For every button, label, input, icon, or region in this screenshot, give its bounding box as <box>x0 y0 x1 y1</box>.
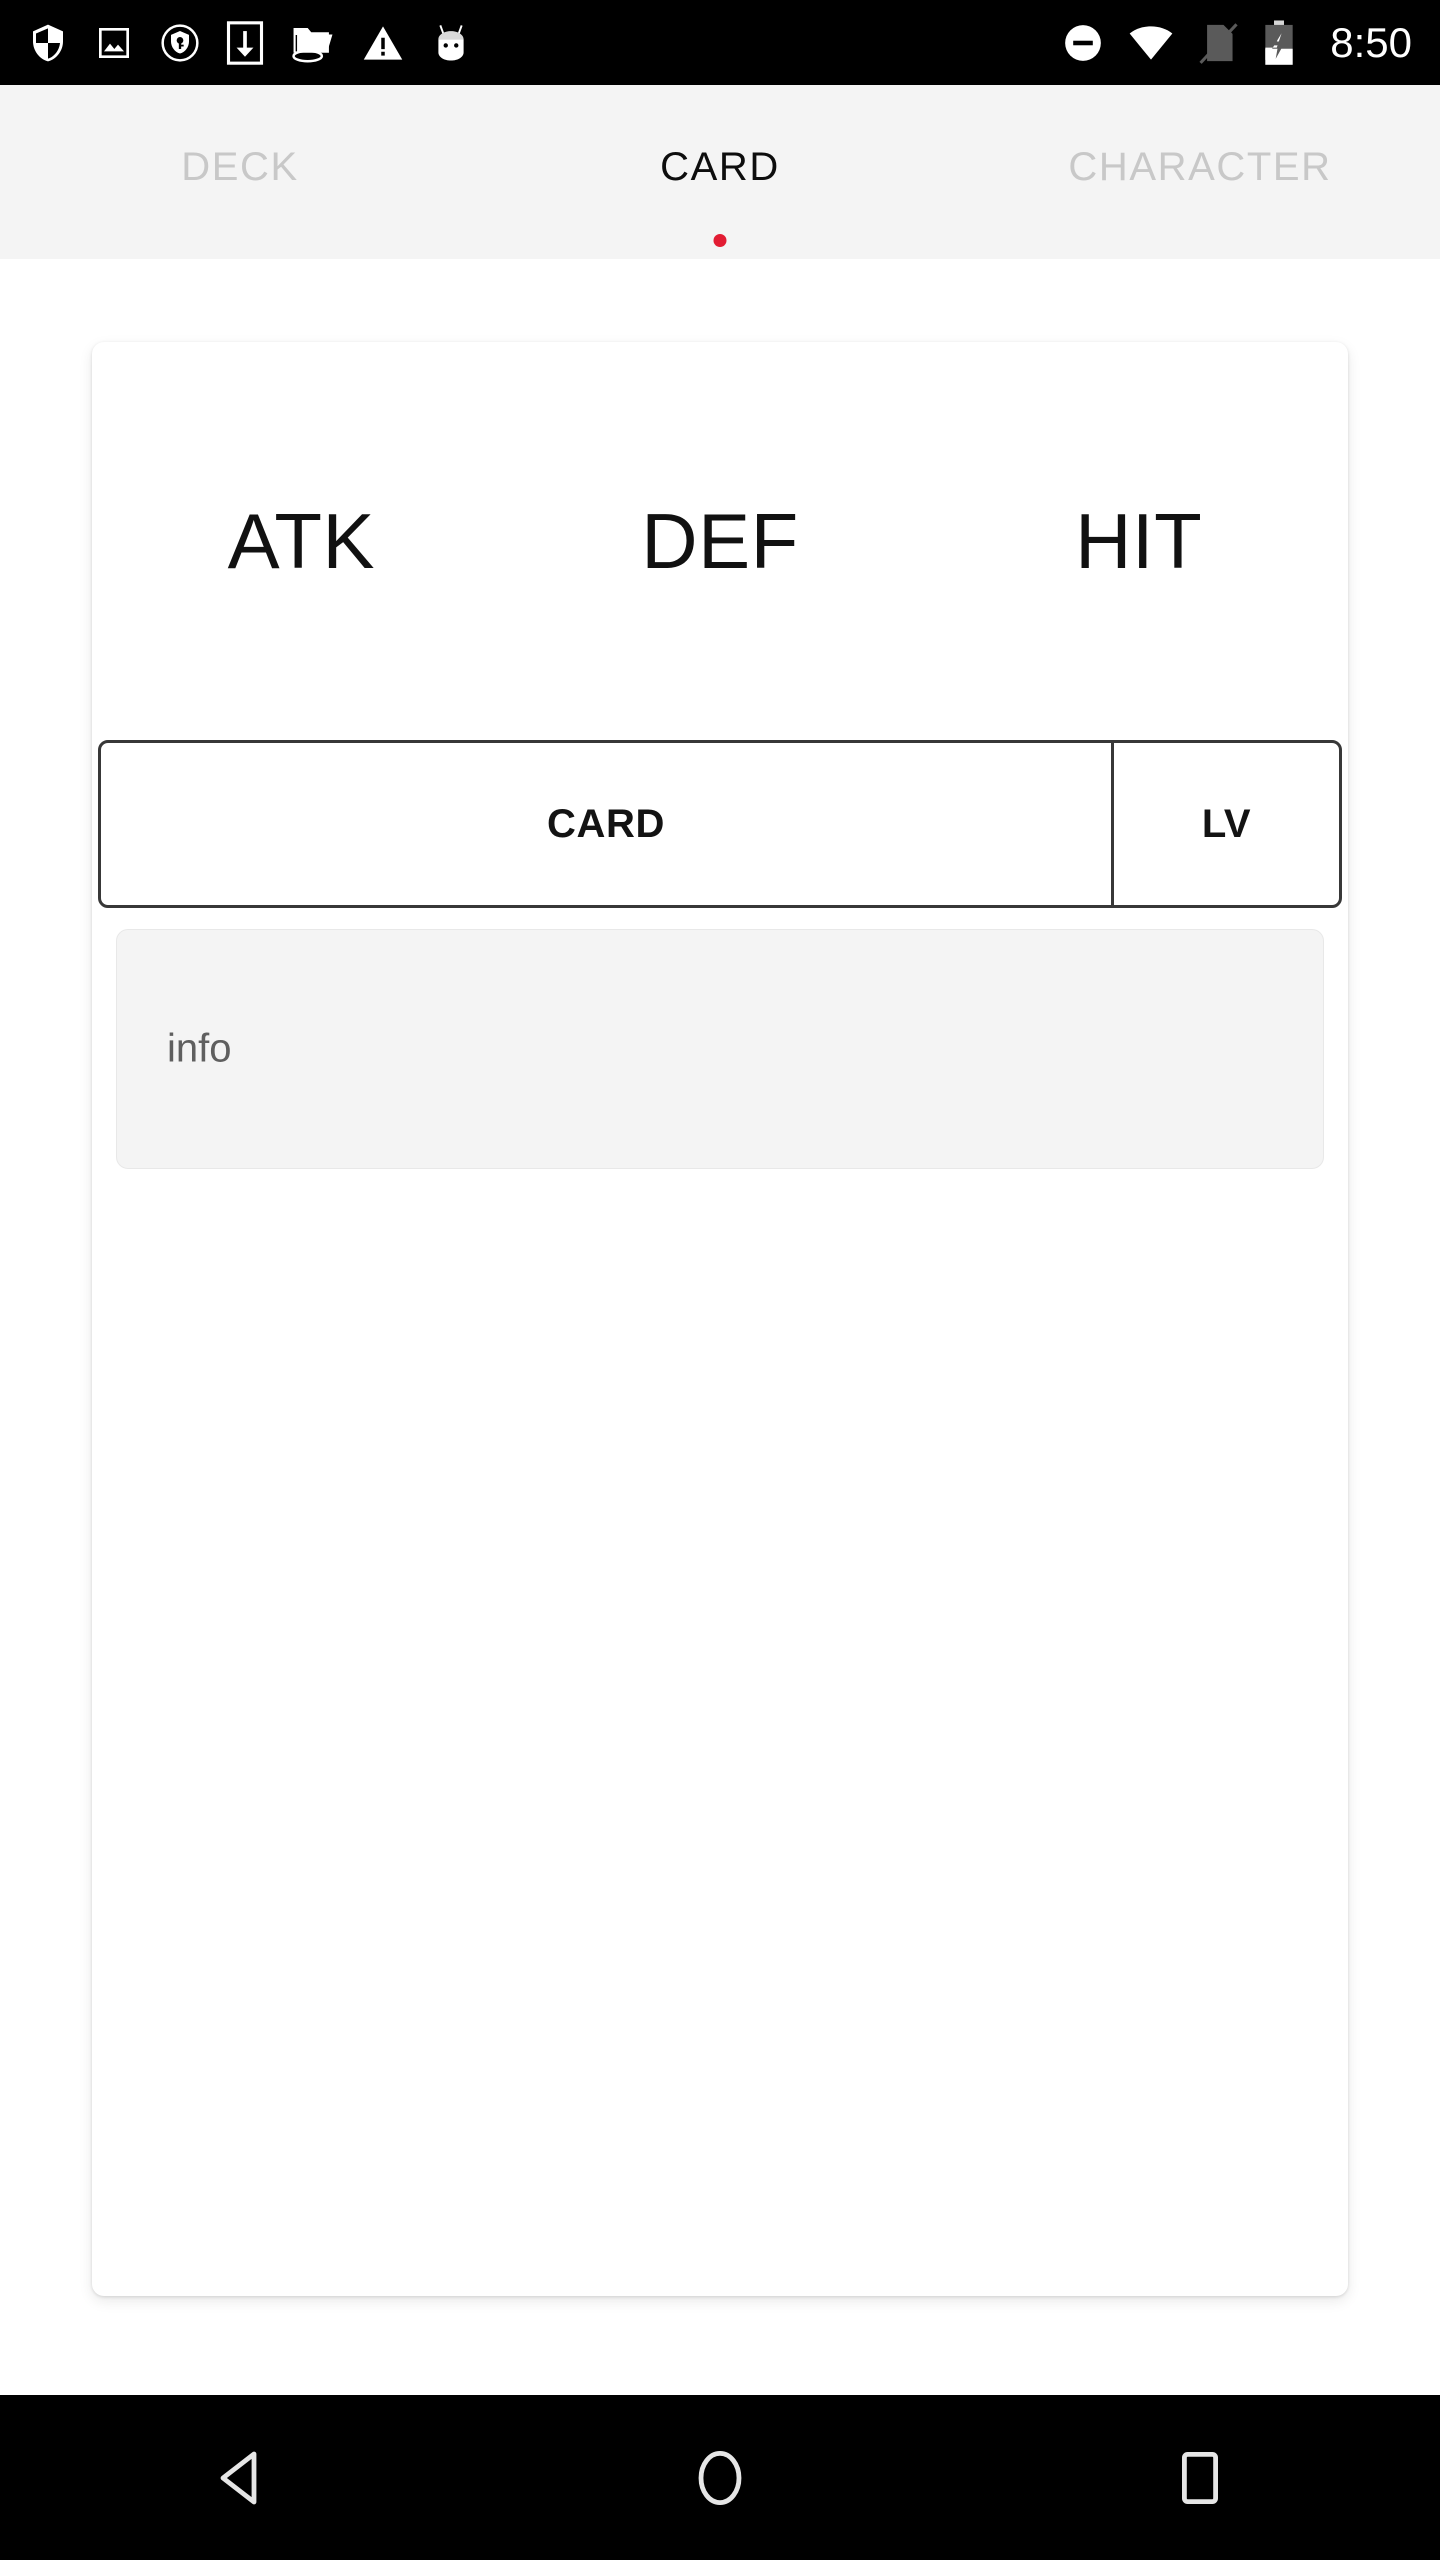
stat-atk: ATK <box>92 342 511 740</box>
stat-atk-label: ATK <box>227 496 376 585</box>
tab-deck[interactable]: DECK <box>0 85 480 259</box>
card-detail-panel: ATK DEF HIT CARD LV info <box>92 342 1348 2296</box>
main-content: ATK DEF HIT CARD LV info <box>0 259 1440 2395</box>
battery-charging-icon <box>1265 19 1293 65</box>
download-icon <box>226 20 264 65</box>
shield-icon <box>33 24 63 61</box>
info-box-text: info <box>167 1026 232 1071</box>
tab-active-indicator-dot <box>713 234 727 247</box>
system-navigation-bar <box>0 2395 1440 2560</box>
warning-triangle-icon <box>363 25 403 60</box>
card-selector-label: CARD <box>547 801 665 846</box>
status-bar-clock: 8:50 <box>1330 18 1412 66</box>
info-box[interactable]: info <box>116 929 1324 1169</box>
tab-deck-label: DECK <box>181 144 299 189</box>
stat-hit-label: HIT <box>1075 496 1203 585</box>
home-circle-icon <box>698 2450 742 2505</box>
tab-character-label: CHARACTER <box>1068 144 1332 189</box>
wifi-icon <box>1129 25 1173 60</box>
lv-selector-button[interactable]: LV <box>1114 743 1339 905</box>
folder-network-icon <box>292 27 333 62</box>
stat-hit: HIT <box>929 342 1348 740</box>
lv-selector-label: LV <box>1201 801 1252 846</box>
recents-square-icon <box>1182 2451 1219 2504</box>
card-selector-button[interactable]: CARD <box>101 743 1114 905</box>
card-lv-selector: CARD LV <box>98 740 1342 908</box>
tab-bar: DECK CARD CHARACTER <box>0 85 1440 259</box>
android-mascot-icon <box>438 24 464 60</box>
stats-row: ATK DEF HIT <box>92 342 1348 740</box>
back-triangle-icon <box>220 2451 257 2504</box>
tab-character[interactable]: CHARACTER <box>960 85 1440 259</box>
tab-card-label: CARD <box>660 144 780 189</box>
no-sim-icon <box>1199 22 1238 64</box>
tab-card[interactable]: CARD <box>480 85 960 259</box>
status-bar: 8:50 <box>0 0 1440 85</box>
nav-recents-button[interactable] <box>960 2395 1440 2560</box>
nav-home-button[interactable] <box>480 2395 960 2560</box>
do-not-disturb-icon <box>1065 24 1102 61</box>
status-bar-left-icons <box>28 20 1062 65</box>
nav-back-button[interactable] <box>0 2395 480 2560</box>
stat-def: DEF <box>511 342 930 740</box>
photo-icon <box>99 27 129 58</box>
vpn-key-shield-icon <box>161 23 199 62</box>
status-bar-right-icons: 8:50 <box>1062 19 1412 67</box>
stat-def-label: DEF <box>641 496 799 585</box>
